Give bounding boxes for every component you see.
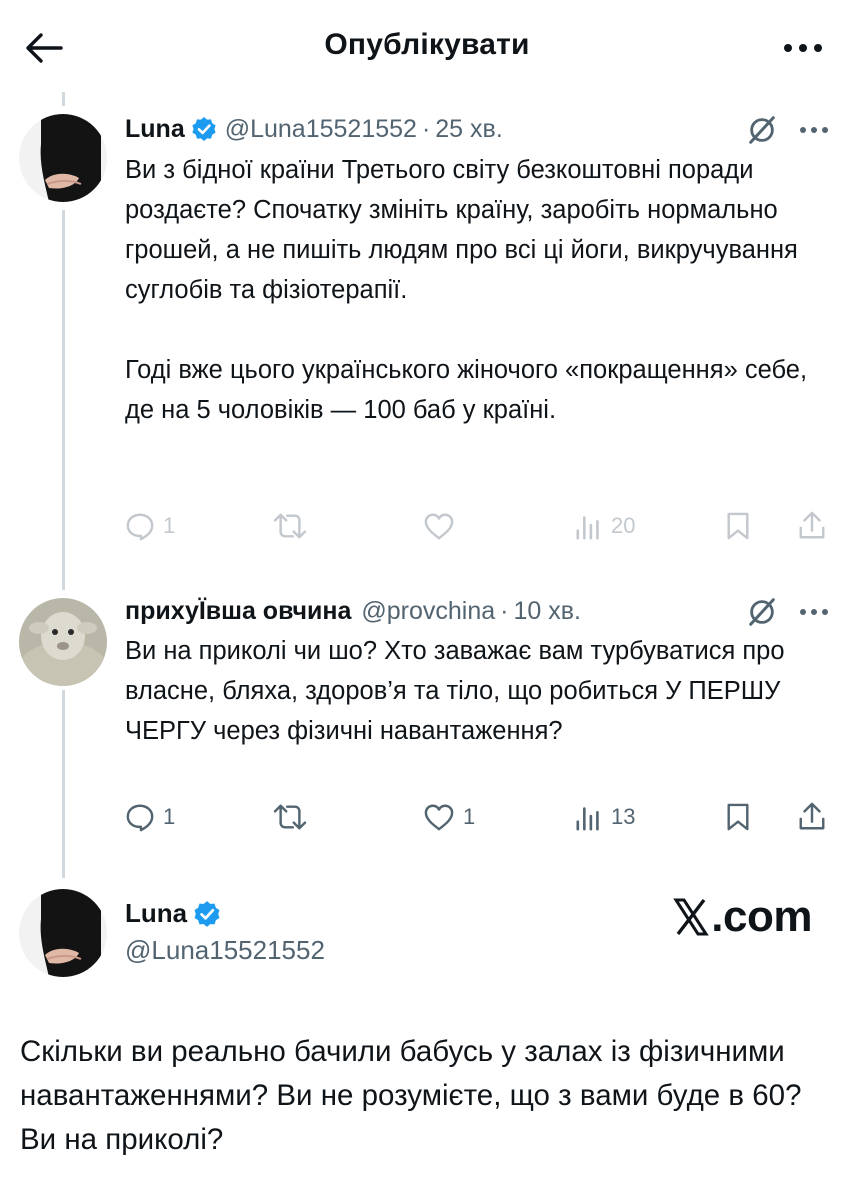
more-icon <box>800 609 828 615</box>
avatar-dark-person-icon <box>19 889 107 977</box>
views-count: 13 <box>611 804 636 829</box>
thread-line-top <box>62 92 65 106</box>
reply-count: 1 <box>163 804 176 829</box>
views-button[interactable]: 20 <box>575 506 635 546</box>
like-button[interactable] <box>423 506 463 546</box>
tweet-more-button[interactable] <box>797 600 831 624</box>
share-icon <box>799 511 825 539</box>
share-icon <box>799 802 825 830</box>
share-button[interactable] <box>797 797 827 837</box>
bookmark-icon <box>727 803 749 831</box>
separator-dot: · <box>500 596 509 625</box>
avatar-luna[interactable] <box>19 114 107 202</box>
quoted-author: Luna <box>125 898 229 929</box>
x-logo-icon <box>673 898 710 936</box>
like-button[interactable]: 1 <box>423 797 475 837</box>
more-icon <box>800 127 828 133</box>
author-handle[interactable]: @provchina <box>361 597 495 626</box>
tweet-actions: 1 1 13 <box>125 797 835 837</box>
tweet-paragraph: Ви з бідної країни Третього світу безкош… <box>125 156 798 304</box>
views-button[interactable]: 13 <box>575 797 635 837</box>
retweet-icon <box>273 804 307 830</box>
tweet-more-button[interactable] <box>797 118 831 142</box>
xcom-watermark: .com <box>673 892 812 942</box>
author-name[interactable]: Luna <box>125 115 185 144</box>
tweet-text: Ви на приколі чи шо? Хто заважає вам тур… <box>125 631 825 751</box>
avatar-sheep-icon <box>19 598 107 686</box>
avatar-luna-quoted[interactable] <box>19 889 107 977</box>
xcom-watermark-text: .com <box>711 892 812 941</box>
tweet-header: Luna @Luna15521552 · 25 хв. <box>125 111 503 147</box>
like-icon <box>424 513 454 540</box>
share-button[interactable] <box>797 506 827 546</box>
bookmark-button[interactable] <box>725 797 751 837</box>
reply-icon <box>126 513 154 541</box>
quoted-author-handle[interactable]: @Luna15521552 <box>125 935 325 966</box>
retweet-icon <box>273 513 307 539</box>
page-title: Опублікувати <box>324 28 530 61</box>
reply-button[interactable]: 1 <box>125 506 175 546</box>
views-count: 20 <box>611 513 636 538</box>
reply-icon <box>126 804 154 832</box>
tweet-header: прихуЇвша овчина @provchina · 10 хв. <box>125 593 581 629</box>
more-options-button[interactable] <box>780 32 826 64</box>
verified-badge-icon <box>193 900 221 928</box>
thread-line-middle <box>62 210 65 590</box>
retweet-button[interactable] <box>273 506 315 546</box>
grok-icon[interactable] <box>745 113 779 147</box>
tweet-paragraph: Годі вже цього українського жіночого «по… <box>125 356 808 424</box>
reply-button[interactable]: 1 <box>125 797 175 837</box>
avatar-provchina[interactable] <box>19 598 107 686</box>
like-icon <box>424 804 454 831</box>
quoted-tweet-text: Скільки ви реально бачили бабусь у залах… <box>20 1035 802 1156</box>
tweet-time[interactable]: 10 хв. <box>514 597 581 626</box>
more-icon <box>784 44 822 52</box>
tweet-actions: 1 20 <box>125 506 835 546</box>
reply-count: 1 <box>163 513 176 538</box>
quoted-author-name[interactable]: Luna <box>125 898 187 929</box>
thread-line-bottom <box>62 690 65 878</box>
author-name[interactable]: прихуЇвша овчина <box>125 597 351 626</box>
bookmark-button[interactable] <box>725 506 751 546</box>
retweet-button[interactable] <box>273 797 315 837</box>
author-handle[interactable]: @Luna15521552 <box>225 115 417 144</box>
top-bar: Опублікувати <box>0 0 854 96</box>
views-icon <box>576 807 599 831</box>
tweet-text: Ви з бідної країни Третього світу безкош… <box>125 150 825 430</box>
views-icon <box>576 516 599 540</box>
separator-dot: · <box>421 114 431 143</box>
tweet-time[interactable]: 25 хв. <box>435 115 502 144</box>
grok-icon[interactable] <box>745 595 779 629</box>
tweet-paragraph: Ви на приколі чи шо? Хто заважає вам тур… <box>125 637 785 745</box>
avatar-dark-person-icon <box>19 114 107 202</box>
verified-badge-icon <box>191 116 217 142</box>
bookmark-icon <box>727 512 749 540</box>
like-count: 1 <box>463 804 476 829</box>
